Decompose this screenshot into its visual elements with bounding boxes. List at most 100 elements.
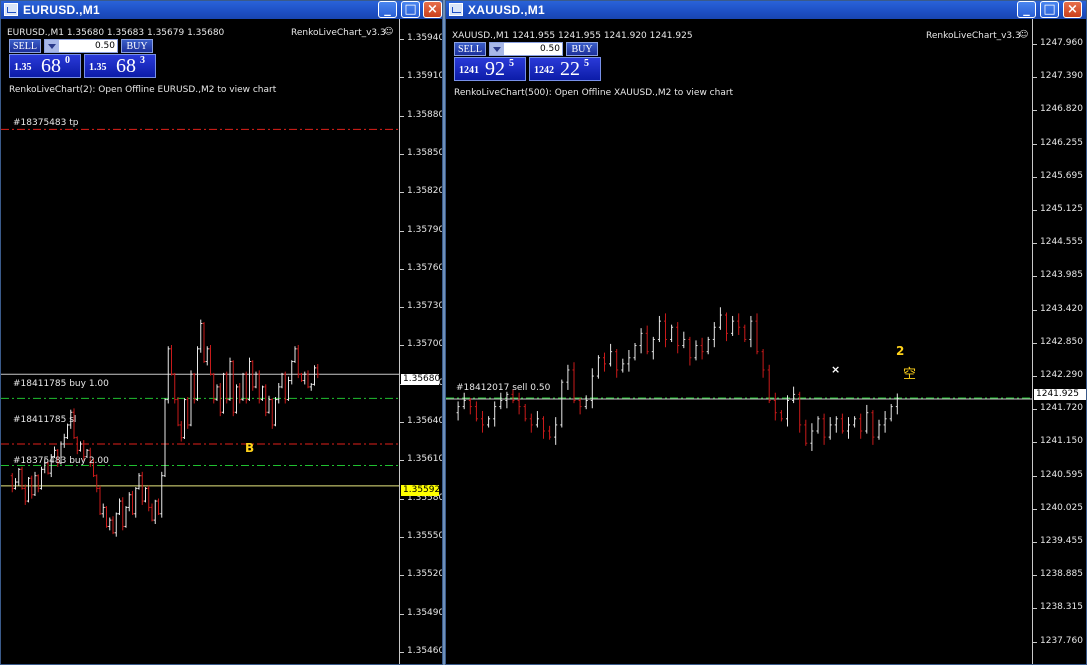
axis-tick xyxy=(400,613,404,615)
quote-big-figure: 1241 xyxy=(459,65,479,76)
current-price-tag: 1.35680 xyxy=(401,374,441,385)
indicator-name: RenkoLiveChart_v3.3 xyxy=(291,28,386,38)
maximize-button[interactable]: □ xyxy=(1040,1,1059,18)
axis-tick xyxy=(1033,309,1037,311)
close-button[interactable]: × xyxy=(423,1,442,18)
renko-status-text: RenkoLiveChart(2): Open Offline EURUSD.,… xyxy=(9,85,277,95)
sell-quote[interactable]: 1.35 68 0 xyxy=(9,54,81,78)
price-axis[interactable]: 1.35940 1.35910 1.35880 1.35850 1.35820 1.357… xyxy=(399,19,443,664)
current-price-tag: 1241.925 xyxy=(1034,389,1086,400)
axis-tick xyxy=(400,268,404,270)
current-price-tag: 1.35592 xyxy=(401,485,441,496)
axis-tick-label: 1245.695 xyxy=(1040,170,1083,181)
axis-tick xyxy=(400,39,404,40)
axis-tick xyxy=(1033,342,1037,344)
indicator-name: RenkoLiveChart_v3.3 xyxy=(926,31,1021,41)
axis-tick-label: 1238.885 xyxy=(1040,569,1083,580)
axis-tick-label: 1246.820 xyxy=(1040,104,1083,115)
trade-label-sell: #18412017 sell 0.50 xyxy=(456,383,551,393)
axis-tick xyxy=(1033,77,1037,79)
maximize-button[interactable]: □ xyxy=(401,1,420,18)
axis-tick xyxy=(1033,176,1037,178)
lot-size-field[interactable] xyxy=(44,39,118,53)
quote-fraction: 5 xyxy=(509,58,514,69)
axis-tick-label: 1240.025 xyxy=(1040,502,1083,513)
axis-tick xyxy=(400,498,404,500)
symbol-info: EURUSD.,M1 1.35680 1.35683 1.35679 1.356… xyxy=(7,28,225,38)
trade-label-sl: #18411785 sl xyxy=(13,415,77,425)
axis-tick-label: 1.35700 xyxy=(407,339,443,350)
axis-tick xyxy=(1033,542,1037,543)
one-click-trading-panel: SELL BUY 1241 92 5 1242 22 5 xyxy=(454,42,602,84)
axis-tick-label: 1246.255 xyxy=(1040,137,1083,148)
quote-big-figure: 1242 xyxy=(534,65,554,76)
lot-size-input[interactable] xyxy=(506,43,560,55)
buy-button[interactable]: BUY xyxy=(121,39,153,53)
axis-tick xyxy=(400,460,404,462)
signal-marker-two: 2 xyxy=(896,344,905,358)
axis-tick-label: 1237.760 xyxy=(1040,635,1083,646)
close-marker-x: × xyxy=(831,363,841,376)
axis-tick xyxy=(400,536,404,538)
axis-tick xyxy=(1033,243,1037,245)
axis-tick-label: 1.35790 xyxy=(407,224,443,235)
axis-tick-label: 1.35940 xyxy=(407,33,443,43)
axis-tick-label: 1.35850 xyxy=(407,147,443,158)
lot-size-input[interactable] xyxy=(61,40,115,52)
minimize-button[interactable]: _ xyxy=(1017,1,1036,18)
axis-tick-label: 1.35610 xyxy=(407,454,443,465)
sell-button[interactable]: SELL xyxy=(9,39,41,53)
one-click-trading-panel: SELL BUY 1.35 68 0 1.35 68 3 xyxy=(9,39,157,81)
axis-tick-label: 1247.390 xyxy=(1040,71,1083,82)
buy-button[interactable]: BUY xyxy=(566,42,598,56)
chart-window-eurusd[interactable]: EURUSD.,M1 _ □ × EURUSD.,M1 1.35680 1.35… xyxy=(0,0,443,665)
axis-tick xyxy=(1033,575,1037,577)
axis-tick xyxy=(1033,44,1037,45)
axis-tick-label: 1242.290 xyxy=(1040,370,1083,380)
axis-tick xyxy=(400,651,404,653)
close-button[interactable]: × xyxy=(1063,1,1082,18)
symbol-info: XAUUSD.,M1 1241.955 1241.955 1241.920 12… xyxy=(452,31,693,41)
chart-window-icon xyxy=(4,3,18,16)
axis-tick xyxy=(400,230,404,232)
quote-big-figure: 1.35 xyxy=(14,62,32,73)
trade-label-buy: #18411785 buy 1.00 xyxy=(13,379,109,389)
buy-signal-marker: B xyxy=(245,441,255,455)
trade-label-tp: #18375483 tp xyxy=(13,118,79,128)
axis-tick xyxy=(1033,376,1037,377)
buy-quote[interactable]: 1242 22 5 xyxy=(529,57,601,81)
buy-quote[interactable]: 1.35 68 3 xyxy=(84,54,156,78)
axis-tick-label: 1242.850 xyxy=(1040,336,1083,347)
axis-tick-label: 1245.125 xyxy=(1040,204,1083,214)
lot-size-field[interactable] xyxy=(489,42,563,56)
axis-tick-label: 1.35880 xyxy=(407,109,443,120)
axis-tick xyxy=(400,115,404,117)
short-signal-char: 空 xyxy=(903,367,917,382)
quote-pips: 68 xyxy=(41,55,61,77)
axis-tick xyxy=(1033,110,1037,112)
axis-tick-label: 1241.720 xyxy=(1040,403,1083,414)
axis-tick xyxy=(400,575,404,577)
axis-tick-label: 1.35730 xyxy=(407,301,443,312)
price-chart[interactable]: XAUUSD.,M1 1241.955 1241.955 1241.920 12… xyxy=(446,19,1032,664)
chart-window-xauusd[interactable]: XAUUSD.,M1 _ □ × XAUUSD.,M1 1241.955 124… xyxy=(445,0,1087,665)
chevron-down-icon[interactable] xyxy=(490,43,504,55)
axis-tick xyxy=(1033,276,1037,278)
axis-tick xyxy=(400,192,404,194)
chevron-down-icon[interactable] xyxy=(45,40,59,52)
axis-tick-label: 1243.420 xyxy=(1040,303,1083,314)
minimize-button[interactable]: _ xyxy=(378,1,397,18)
chart-window-icon xyxy=(449,3,463,16)
smiley-icon: ☺ xyxy=(1019,30,1029,40)
title-bar[interactable]: EURUSD.,M1 _ □ × xyxy=(1,1,442,19)
sell-button[interactable]: SELL xyxy=(454,42,486,56)
axis-tick xyxy=(1033,475,1037,477)
axis-tick-label: 1244.555 xyxy=(1040,237,1083,248)
axis-tick xyxy=(400,345,404,347)
sell-quote[interactable]: 1241 92 5 xyxy=(454,57,526,81)
axis-tick-label: 1.35520 xyxy=(407,569,443,580)
window-title: EURUSD.,M1 xyxy=(23,3,101,17)
price-chart[interactable]: EURUSD.,M1 1.35680 1.35683 1.35679 1.356… xyxy=(1,19,399,664)
price-axis[interactable]: 1247.960 1247.390 1246.820 1246.255 1245.695… xyxy=(1032,19,1086,664)
title-bar[interactable]: XAUUSD.,M1 _ □ × xyxy=(446,1,1086,19)
